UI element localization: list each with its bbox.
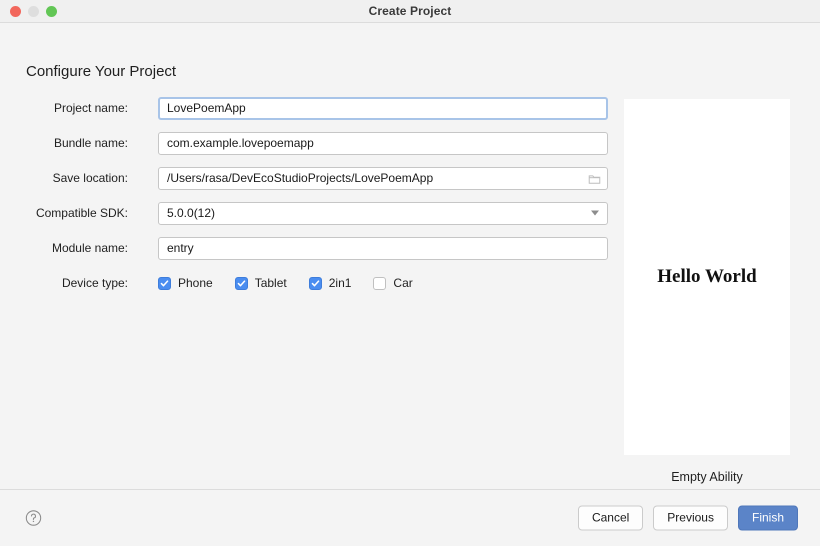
dialog-footer: Cancel Previous Finish xyxy=(0,489,820,546)
check-icon xyxy=(311,279,320,286)
finish-button[interactable]: Finish xyxy=(737,505,798,531)
window-title: Create Project xyxy=(368,4,452,18)
footer-button-group: Cancel Previous Finish xyxy=(577,505,798,531)
device-type-option-2in1[interactable]: 2in1 xyxy=(308,276,352,290)
template-preview: Hello World Empty Ability xyxy=(624,99,790,484)
template-name-caption: Empty Ability xyxy=(671,470,743,484)
checkbox-tablet-label: Tablet xyxy=(254,276,287,290)
traffic-lights xyxy=(10,0,57,22)
dialog-content: Configure Your Project Project name: Bun… xyxy=(0,23,820,489)
project-name-input[interactable] xyxy=(158,96,608,120)
bundle-name-field-wrap xyxy=(158,131,608,155)
checkbox-car-label: Car xyxy=(393,276,413,290)
minimize-window-button[interactable] xyxy=(28,5,39,17)
compatible-sdk-label: Compatible SDK: xyxy=(35,206,128,220)
compatible-sdk-value: 5.0.0(12) xyxy=(167,206,216,220)
module-name-label: Module name: xyxy=(51,241,128,255)
checkbox-car[interactable] xyxy=(373,276,387,290)
module-name-input[interactable] xyxy=(158,236,608,260)
device-preview-card: Hello World xyxy=(624,99,790,455)
checkbox-2in1-label: 2in1 xyxy=(328,276,352,290)
close-window-button[interactable] xyxy=(10,5,21,17)
form-row-module-name: Module name: xyxy=(26,236,608,260)
checkbox-tablet[interactable] xyxy=(234,276,248,290)
create-project-dialog: Create Project Configure Your Project Pr… xyxy=(0,0,820,546)
form-row-compatible-sdk: Compatible SDK: 5.0.0(12) xyxy=(26,201,608,225)
help-circle-icon[interactable] xyxy=(25,510,42,527)
device-type-label: Device type: xyxy=(61,276,128,290)
device-type-option-car[interactable]: Car xyxy=(373,276,413,290)
project-name-label: Project name: xyxy=(53,101,128,115)
page-title: Configure Your Project xyxy=(26,63,177,80)
previous-button[interactable]: Previous xyxy=(653,505,728,531)
save-location-input[interactable] xyxy=(158,166,608,190)
module-name-field-wrap xyxy=(158,236,608,260)
form-row-project-name: Project name: xyxy=(26,96,608,120)
form-row-save-location: Save location: xyxy=(26,166,608,190)
project-config-form: Project name: Bundle name: Save location… xyxy=(26,96,608,307)
bundle-name-input[interactable] xyxy=(158,131,608,155)
save-location-field-wrap xyxy=(158,166,608,190)
check-icon xyxy=(237,279,246,286)
compatible-sdk-field-wrap: 5.0.0(12) xyxy=(158,201,608,225)
title-bar: Create Project xyxy=(0,0,820,23)
checkbox-phone[interactable] xyxy=(158,276,171,290)
maximize-window-button[interactable] xyxy=(46,5,57,17)
form-row-bundle-name: Bundle name: xyxy=(26,131,608,155)
project-name-field-wrap xyxy=(158,96,608,120)
cancel-button[interactable]: Cancel xyxy=(577,505,644,531)
save-location-label: Save location: xyxy=(52,171,128,185)
device-type-option-phone[interactable]: Phone xyxy=(158,276,213,290)
device-type-option-tablet[interactable]: Tablet xyxy=(234,276,287,290)
check-icon xyxy=(160,279,169,286)
folder-icon[interactable] xyxy=(588,172,601,184)
device-type-options: Phone Tablet 2in1 Car xyxy=(158,276,413,290)
compatible-sdk-select[interactable]: 5.0.0(12) xyxy=(158,201,608,225)
bundle-name-label: Bundle name: xyxy=(53,136,128,150)
form-row-device-type: Device type: Phone Tablet 2in1 Car xyxy=(26,272,608,294)
checkbox-phone-label: Phone xyxy=(178,276,213,290)
checkbox-2in1[interactable] xyxy=(308,276,322,290)
device-preview-text: Hello World xyxy=(657,266,757,287)
chevron-down-icon[interactable] xyxy=(591,210,599,216)
